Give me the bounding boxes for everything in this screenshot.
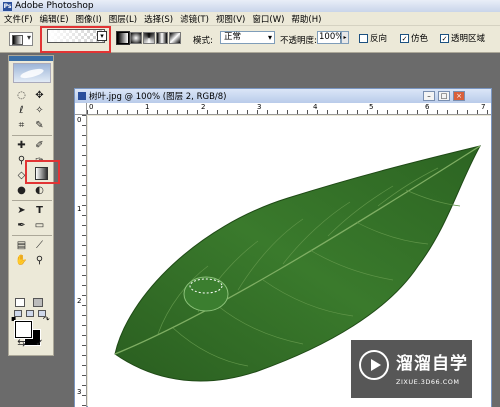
menu-edit[interactable]: 编辑(E) <box>40 13 69 25</box>
standard-mode-icon[interactable] <box>15 298 25 307</box>
dither-checkbox[interactable]: ✓ 仿色 <box>400 32 428 44</box>
ruler-h-label: 7 <box>481 103 486 111</box>
mode-select[interactable]: 正常 <box>220 31 275 44</box>
document-icon <box>78 92 86 100</box>
opacity-label: 不透明度: <box>280 36 317 46</box>
menu-window[interactable]: 窗口(W) <box>252 13 284 25</box>
pen-tool-icon[interactable]: ✒ <box>15 219 28 232</box>
screen-mode-full-menu-icon[interactable] <box>26 310 34 317</box>
dither-label: 仿色 <box>411 34 429 44</box>
type-tool-icon[interactable]: T <box>33 204 46 217</box>
transparency-label: 透明区域 <box>451 34 486 44</box>
toolbox-header[interactable] <box>9 56 53 61</box>
ruler-h-label: 0 <box>89 103 94 111</box>
vertical-ruler[interactable]: 0 1 2 3 <box>75 115 87 407</box>
toolbox-divider <box>12 200 52 201</box>
menu-select[interactable]: 选择(S) <box>144 13 173 25</box>
document-title: 树叶.jpg @ 100% (图层 2, RGB/8) <box>89 92 227 102</box>
angle-gradient-icon[interactable] <box>143 32 155 44</box>
transparency-check-box[interactable]: ✓ <box>440 33 449 43</box>
opacity-input[interactable]: 100% <box>317 31 343 44</box>
magic-wand-tool-icon[interactable]: ✧ <box>33 104 46 117</box>
eyedropper-tool-icon[interactable]: ⟋ <box>33 239 46 252</box>
menu-help[interactable]: 帮助(H) <box>291 13 321 25</box>
feather-logo-icon[interactable] <box>13 63 51 83</box>
blur-tool-icon[interactable]: ● <box>15 184 28 197</box>
gradient-type-group <box>116 31 181 45</box>
dither-check-box[interactable]: ✓ <box>400 33 409 43</box>
ruler-v-label: 1 <box>77 205 82 213</box>
move-tool-icon[interactable]: ✥ <box>33 89 46 102</box>
menu-file[interactable]: 文件(F) <box>4 13 33 25</box>
ruler-h-label: 4 <box>313 103 318 111</box>
linear-gradient-icon[interactable] <box>116 31 130 45</box>
menu-filter[interactable]: 滤镜(T) <box>180 13 209 25</box>
reverse-checkbox[interactable]: 反向 <box>359 32 387 44</box>
ruler-h-label: 1 <box>145 103 150 111</box>
toolbox: ◌ ✥ ℓ ✧ ⌗ ✎ ✚ ✐ ⚲ ✑ ◇ ● ◐ ➤ T ✒ ▭ ▤ ⟋ ✋ … <box>8 55 60 356</box>
menu-view[interactable]: 视图(V) <box>216 13 245 25</box>
ruler-h-label: 3 <box>257 103 262 111</box>
crop-tool-icon[interactable]: ⌗ <box>15 119 28 132</box>
maximize-icon[interactable]: □ <box>438 91 450 101</box>
ruler-h-label: 5 <box>369 103 374 111</box>
minimize-icon[interactable]: – <box>423 91 435 101</box>
toolbox-divider <box>12 235 52 236</box>
radial-gradient-icon[interactable] <box>130 32 142 44</box>
reverse-check-box[interactable] <box>359 33 368 43</box>
mode-label: 模式: <box>193 36 213 46</box>
mode-value: 正常 <box>224 32 242 42</box>
horizontal-ruler[interactable]: 0 1 2 3 4 5 6 7 <box>87 103 491 115</box>
highlight-box-gradient-tool <box>25 160 60 184</box>
ruler-v-label: 3 <box>77 388 82 396</box>
dodge-tool-icon[interactable]: ◐ <box>33 184 46 197</box>
reflected-gradient-icon[interactable] <box>156 32 168 44</box>
lasso-tool-icon[interactable]: ℓ <box>15 104 28 117</box>
healing-brush-tool-icon[interactable]: ✚ <box>15 139 28 152</box>
hand-tool-icon[interactable]: ✋ <box>15 254 28 267</box>
quick-mask-mode-icon[interactable] <box>33 298 43 307</box>
menu-bar: 文件(F) 编辑(E) 图像(I) 图层(L) 选择(S) 滤镜(T) 视图(V… <box>0 12 500 26</box>
watermark: 溜溜自学 ZIXUE.3D66.COM <box>351 340 472 398</box>
marquee-tool-icon[interactable]: ◌ <box>15 89 28 102</box>
jump-to-imageready-icon[interactable]: ⇆ <box>15 337 28 350</box>
ruler-origin[interactable] <box>75 103 87 115</box>
notes-tool-icon[interactable]: ▤ <box>15 239 28 252</box>
options-bar: ▾ 模式: 正常 不透明度: 100% ▸ 反向 ✓ 仿色 ✓ 透明区域 <box>0 26 500 53</box>
ruler-h-label: 6 <box>425 103 430 111</box>
photoshop-logo-icon: Ps <box>3 1 12 11</box>
close-icon[interactable]: × <box>453 91 465 101</box>
opacity-slider-arrow-icon[interactable]: ▸ <box>341 31 349 44</box>
app-title: Adobe Photoshop <box>15 1 94 11</box>
ruler-v-label: 0 <box>77 116 82 124</box>
slice-tool-icon[interactable]: ✎ <box>33 119 46 132</box>
toolbox-divider <box>12 135 52 136</box>
foreground-color-swatch[interactable] <box>14 320 33 339</box>
gradient-dropdown-arrow-icon[interactable]: ▾ <box>97 31 107 41</box>
watermark-url: ZIXUE.3D66.COM <box>396 378 460 386</box>
menu-image[interactable]: 图像(I) <box>76 13 102 25</box>
diamond-gradient-icon[interactable] <box>169 32 181 44</box>
reverse-label: 反向 <box>370 34 388 44</box>
shape-tool-icon[interactable]: ▭ <box>33 219 46 232</box>
tool-preset-picker[interactable] <box>9 32 33 46</box>
ruler-v-label: 2 <box>77 297 82 305</box>
path-selection-tool-icon[interactable]: ➤ <box>15 204 28 217</box>
play-logo-icon <box>359 350 389 380</box>
jump-icon[interactable]: ✓ <box>33 337 46 350</box>
brush-tool-icon[interactable]: ✐ <box>33 139 46 152</box>
zoom-tool-icon[interactable]: ⚲ <box>33 254 46 267</box>
watermark-name: 溜溜自学 <box>396 354 468 374</box>
ruler-h-label: 2 <box>201 103 206 111</box>
transparency-checkbox[interactable]: ✓ 透明区域 <box>440 32 485 44</box>
menu-layer[interactable]: 图层(L) <box>109 13 137 25</box>
screen-mode-full-icon[interactable] <box>38 310 46 317</box>
screen-mode-standard-icon[interactable] <box>14 310 22 317</box>
app-title-bar: Ps Adobe Photoshop <box>0 0 500 12</box>
